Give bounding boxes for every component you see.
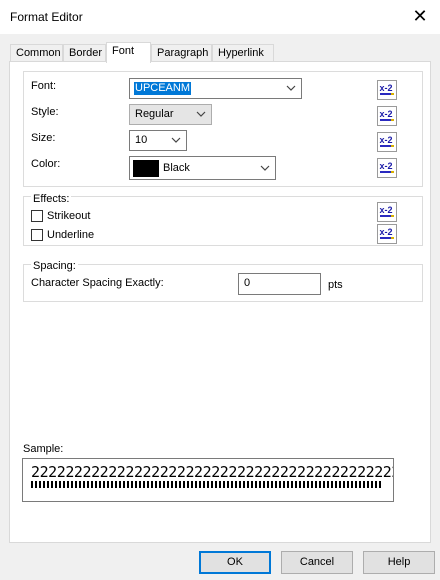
chevron-down-icon <box>196 111 206 117</box>
size-value: 10 <box>135 134 148 146</box>
formula-x2-icon[interactable]: x-2 <box>377 224 397 244</box>
svg-text:x-2: x-2 <box>380 109 393 119</box>
size-label: Size: <box>31 132 56 144</box>
sample-bars <box>31 481 383 488</box>
cancel-button[interactable]: Cancel <box>281 551 353 574</box>
color-value: Black <box>163 162 190 174</box>
color-swatch <box>133 160 159 177</box>
formula-x2-icon[interactable]: x-2 <box>377 202 397 222</box>
size-combo[interactable]: 10 <box>129 130 187 151</box>
svg-text:x-2: x-2 <box>380 205 393 215</box>
effects-title: Effects: <box>31 193 72 205</box>
underline-label: Underline <box>47 229 95 241</box>
formula-x2-icon[interactable]: x-2 <box>377 132 397 152</box>
formula-x2-icon[interactable]: x-2 <box>377 106 397 126</box>
sample-label: Sample: <box>23 443 64 455</box>
tab-common[interactable]: Common <box>10 44 63 61</box>
sample-digits: 2222222222222222222222222222222222222222… <box>31 463 394 481</box>
tab-font[interactable]: Font <box>106 42 151 63</box>
sample-preview: 2222222222222222222222222222222222222222… <box>22 458 394 502</box>
formula-x2-icon[interactable]: x-2 <box>377 158 397 178</box>
chevron-down-icon <box>171 137 181 143</box>
style-label: Style: <box>31 106 59 118</box>
style-combo[interactable]: Regular <box>129 104 212 125</box>
tab-border[interactable]: Border <box>63 44 106 61</box>
svg-text:x-2: x-2 <box>380 227 393 237</box>
font-combo[interactable]: UPCEANM <box>129 78 302 99</box>
chevron-down-icon <box>260 165 270 171</box>
char-spacing-input[interactable]: 0 <box>238 273 321 295</box>
spacing-group: Spacing: Character Spacing Exactly: 0 pt… <box>23 260 423 302</box>
strikeout-label: Strikeout <box>47 210 91 222</box>
svg-text:x-2: x-2 <box>380 83 393 93</box>
font-label: Font: <box>31 80 57 92</box>
tab-hyperlink[interactable]: Hyperlink <box>212 44 274 61</box>
color-combo[interactable]: Black <box>129 156 276 180</box>
svg-text:x-2: x-2 <box>380 161 393 171</box>
formula-x2-icon[interactable]: x-2 <box>377 80 397 100</box>
title-bar: Format Editor ✕ <box>0 0 440 34</box>
char-spacing-label: Character Spacing Exactly: <box>31 277 164 289</box>
pts-unit: pts <box>328 279 343 291</box>
svg-text:x-2: x-2 <box>380 135 393 145</box>
color-label: Color: <box>31 158 61 170</box>
ok-button[interactable]: OK <box>199 551 271 574</box>
chevron-down-icon <box>286 85 296 91</box>
style-value: Regular <box>135 108 174 120</box>
window-title: Format Editor <box>10 10 83 24</box>
underline-checkbox[interactable] <box>31 229 43 241</box>
spacing-title: Spacing: <box>31 260 78 272</box>
font-value: UPCEANM <box>134 82 192 95</box>
tab-paragraph[interactable]: Paragraph <box>151 44 212 61</box>
strikeout-checkbox[interactable] <box>31 210 43 222</box>
font-group: Font: UPCEANM x-2 Style: Regular x-2 Siz… <box>23 71 423 187</box>
help-button[interactable]: Help <box>363 551 435 574</box>
close-icon[interactable]: ✕ <box>410 6 430 26</box>
effects-group: Effects: Strikeout Underline x-2 x-2 <box>23 193 423 246</box>
